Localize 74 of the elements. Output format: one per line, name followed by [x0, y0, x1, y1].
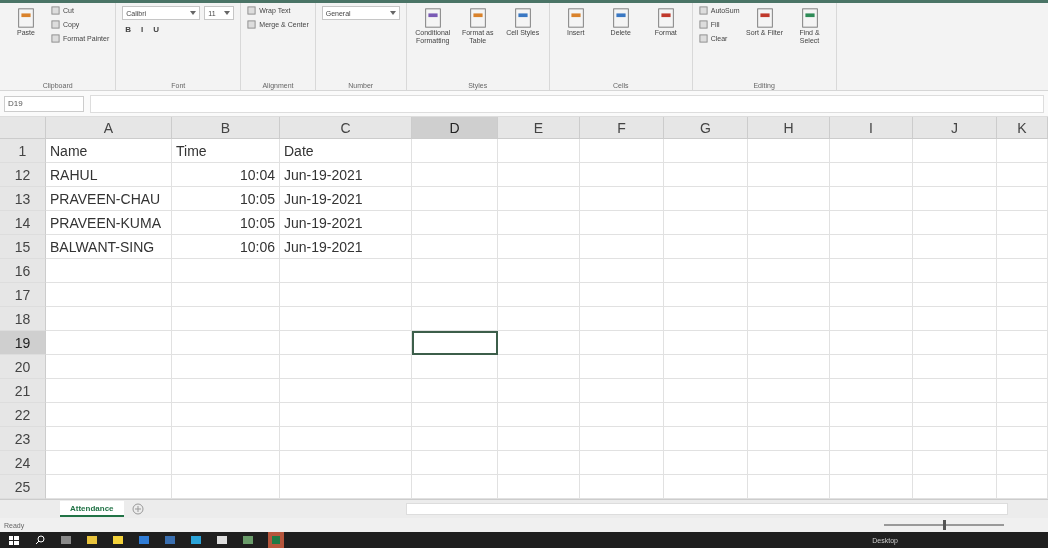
table-cell: 10:05 — [172, 187, 280, 212]
caret-icon — [389, 11, 396, 15]
table-cell — [997, 163, 1048, 188]
row-header[interactable]: 18 — [0, 307, 46, 332]
app-icon[interactable] — [190, 534, 202, 546]
row-header[interactable]: 25 — [0, 475, 46, 500]
text-style-button[interactable]: I — [138, 25, 147, 34]
table-cell — [997, 283, 1048, 308]
row-header[interactable]: 20 — [0, 355, 46, 380]
sheet-tab[interactable]: Attendance — [60, 501, 124, 518]
table-cell: Jun-19-2021 — [280, 235, 412, 260]
text-style-button[interactable]: B — [122, 25, 135, 34]
row-header[interactable]: 19 — [0, 331, 46, 356]
table-cell: Date — [280, 139, 412, 164]
table-cell: RAHUL — [46, 163, 172, 188]
row-header[interactable]: 21 — [0, 379, 46, 404]
row-header[interactable]: 17 — [0, 283, 46, 308]
caret-icon — [190, 11, 197, 15]
horizontal-scrollbar[interactable] — [406, 503, 1008, 516]
start-icon[interactable] — [8, 534, 20, 546]
column-header[interactable]: B — [172, 117, 280, 140]
table-cell — [997, 451, 1048, 476]
table-cell: BALWANT-SING — [46, 235, 172, 260]
table-cell: 10:06 — [172, 235, 280, 260]
app-icon[interactable] — [242, 534, 254, 546]
row-header[interactable]: 13 — [0, 187, 46, 212]
column-header[interactable]: K — [997, 117, 1048, 140]
table-cell — [997, 211, 1048, 236]
table-cell: Time — [172, 139, 280, 164]
active-cell[interactable] — [412, 331, 498, 356]
row-header[interactable]: 1 — [0, 139, 46, 164]
table-cell: PRAVEEN-KUMA — [46, 211, 172, 236]
table-cell — [997, 187, 1048, 212]
table-cell: 10:04 — [172, 163, 280, 188]
column-header[interactable]: G — [664, 117, 748, 140]
table-cell: 10:05 — [172, 211, 280, 236]
column-header[interactable]: I — [830, 117, 913, 140]
table-cell: Name — [46, 139, 172, 164]
table-cell: Jun-19-2021 — [280, 163, 412, 188]
table-cell — [997, 235, 1048, 260]
column-header[interactable]: F — [580, 117, 664, 140]
table-cell — [997, 355, 1048, 380]
row-header[interactable]: 22 — [0, 403, 46, 428]
app-icon[interactable] — [112, 534, 124, 546]
column-header[interactable]: J — [913, 117, 997, 140]
text-style-button[interactable]: U — [150, 25, 163, 34]
name-box[interactable]: D19 — [4, 95, 84, 112]
search-icon[interactable] — [34, 534, 46, 546]
row-header[interactable]: 14 — [0, 211, 46, 236]
row-header[interactable]: 23 — [0, 427, 46, 452]
table-cell — [997, 307, 1048, 332]
table-cell — [997, 427, 1048, 452]
row-header[interactable]: 15 — [0, 235, 46, 260]
zoom-slider-thumb[interactable] — [943, 520, 946, 531]
row-header[interactable]: 16 — [0, 259, 46, 284]
table-cell: Jun-19-2021 — [280, 211, 412, 236]
app-icon[interactable] — [86, 534, 98, 546]
table-cell — [997, 331, 1048, 356]
table-cell — [997, 139, 1048, 164]
table-cell: Jun-19-2021 — [280, 187, 412, 212]
column-header[interactable]: E — [498, 117, 580, 140]
table-cell — [997, 259, 1048, 284]
row-header[interactable]: 12 — [0, 163, 46, 188]
column-header[interactable]: A — [46, 117, 172, 140]
row-header[interactable]: 24 — [0, 451, 46, 476]
column-header[interactable]: C — [280, 117, 412, 140]
table-cell: PRAVEEN-CHAU — [46, 187, 172, 212]
caret-icon — [224, 11, 231, 15]
table-cell — [997, 403, 1048, 428]
formula-input[interactable] — [90, 94, 1044, 113]
app-icon[interactable] — [216, 534, 228, 546]
table-cell — [997, 379, 1048, 404]
column-header[interactable]: D — [412, 117, 498, 140]
column-header[interactable]: H — [748, 117, 830, 140]
